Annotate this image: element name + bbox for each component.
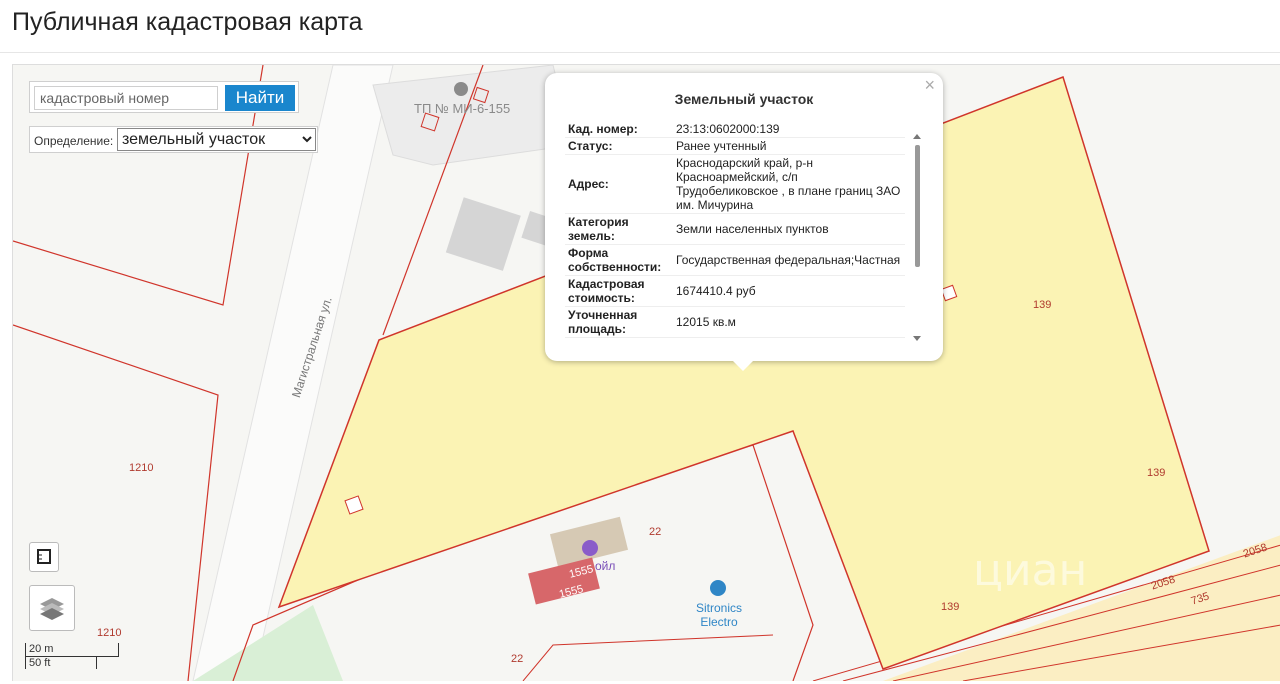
cadastral-number-input[interactable] <box>34 86 218 110</box>
scroll-up-icon[interactable] <box>913 134 921 139</box>
parcel-boundary <box>522 634 774 681</box>
scale-metric-label: 20 m <box>29 643 54 655</box>
parcel-info-popup[interactable]: × Земельный участок Кад. номер: 23:13:060… <box>545 73 943 371</box>
scroll-down-icon[interactable] <box>913 336 921 341</box>
attr-key: Кадастровая стоимость: <box>565 275 673 307</box>
attr-key: Адрес: <box>565 154 673 214</box>
poi-label-line2: Electro <box>700 615 738 629</box>
popup-pointer <box>733 361 753 371</box>
parcel-label: 139 <box>941 601 960 613</box>
table-row: Форма собственности: Государственная феде… <box>565 244 905 276</box>
table-row: Категория земель: Земли населенных пункто… <box>565 213 905 245</box>
title-divider <box>0 52 1280 53</box>
attr-key: Категория земель: <box>565 213 673 245</box>
attr-value: Государственная федеральная;Частная <box>673 244 905 276</box>
search-panel: Найти <box>29 81 299 113</box>
attr-value: Ранее учтенный <box>673 137 905 155</box>
attr-key: Кад. номер: <box>565 121 673 138</box>
ruler-icon <box>37 549 51 564</box>
parcel-label: 22 <box>511 653 524 665</box>
layers-button[interactable] <box>29 585 75 631</box>
building <box>445 197 521 271</box>
parcel-attributes-table: Кад. номер: 23:13:0602000:139 Статус: Ране… <box>565 121 905 338</box>
scale-imperial-label: 50 ft <box>29 657 51 669</box>
electronics-store-icon[interactable] <box>710 580 726 596</box>
attr-value: 23:13:0602000:139 <box>673 121 905 138</box>
attr-key: Форма собственности: <box>565 244 673 276</box>
table-row: Адрес: Краснодарский край, р-н Красноарме… <box>565 154 905 214</box>
table-row: Кадастровая стоимость: 1674410.4 руб <box>565 275 905 307</box>
watermark: циан <box>973 545 1088 596</box>
definition-label: Определение: <box>34 134 114 148</box>
attr-key: Уточненная площадь: <box>565 306 673 338</box>
page-title: Публичная кадастровая карта <box>12 8 363 36</box>
poi-label: Sitronics Electro <box>687 601 751 629</box>
find-button[interactable]: Найти <box>225 85 295 111</box>
parking-icon <box>454 82 468 96</box>
parcel-label: 139 <box>1033 299 1052 311</box>
cadastral-map[interactable]: ТП № МИ-6-155 Магистральная ул. 139 139 … <box>12 64 1280 681</box>
fuel-station-label: ойл <box>595 559 616 573</box>
poi-label-line1: Sitronics <box>695 601 742 615</box>
scroll-thumb[interactable] <box>915 145 920 267</box>
ruler-button[interactable] <box>29 542 59 572</box>
scale-bar-imperial: 50 ft <box>25 657 97 669</box>
definition-panel: Определение: земельный участок <box>29 126 318 153</box>
attr-value: 12015 кв.м <box>673 306 905 338</box>
table-row: Кад. номер: 23:13:0602000:139 <box>565 121 905 138</box>
parcel-label: 1210 <box>129 462 154 474</box>
attr-key: Статус: <box>565 137 673 155</box>
parcel-label: 1210 <box>97 627 122 639</box>
attr-value: Краснодарский край, р-н Красноармейский,… <box>673 154 905 214</box>
attr-value: Земли населенных пунктов <box>673 213 905 245</box>
attr-value: 1674410.4 руб <box>673 275 905 307</box>
parcel-label: 22 <box>649 526 662 538</box>
fuel-station-icon[interactable] <box>582 540 598 556</box>
popup-scrollbar[interactable] <box>911 133 923 343</box>
table-row: Статус: Ранее учтенный <box>565 137 905 155</box>
popup-title: Земельный участок <box>674 91 814 107</box>
substation-label: ТП № МИ-6-155 <box>414 101 511 116</box>
layers-icon <box>40 598 64 620</box>
definition-select[interactable]: земельный участок <box>117 128 316 151</box>
scale-bar-metric: 20 m <box>25 643 119 657</box>
parcel-label: 139 <box>1147 467 1166 479</box>
scale-bar: 20 m 50 ft <box>25 643 135 679</box>
table-row: Уточненная площадь: 12015 кв.м <box>565 306 905 338</box>
